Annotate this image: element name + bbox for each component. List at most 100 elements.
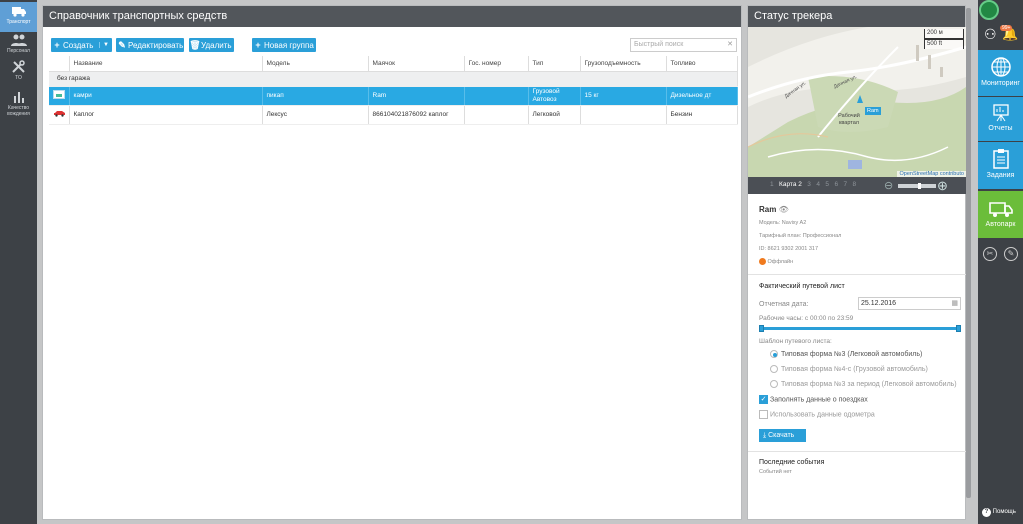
map-toolbar: 1 Карта 2 3 4 5 6 7 8 ⊖ ⊕ (748, 177, 966, 194)
cell-capacity: 15 кг (580, 86, 667, 106)
nav-maintenance[interactable]: ТО (0, 58, 37, 88)
map-view[interactable]: Дачная ул. Дачная ул. Рабочий квартал Ra… (748, 27, 966, 177)
zoom-in-icon[interactable]: ⊕ (937, 178, 948, 194)
calendar-icon[interactable]: ▦ (951, 298, 958, 309)
template-option-1[interactable]: Типовая форма №3 (Легковой автомобиль) (770, 350, 922, 358)
nav-tasks[interactable]: Задания (978, 142, 1023, 189)
map-layer-pager: 1 Карта 2 3 4 5 6 7 8 (770, 181, 856, 188)
template-option-2[interactable]: Типовая форма №4-с (Грузовой автомобиль) (770, 365, 928, 373)
cell-plate (464, 86, 529, 106)
template-option-3[interactable]: Типовая форма №3 за период (Легковой авт… (770, 380, 957, 388)
col-beacon[interactable]: Маячок (368, 56, 465, 72)
vehicle-thumb-icon (49, 86, 70, 106)
odometer-checkbox[interactable]: Использовать данные одометра (759, 410, 875, 419)
device-model: Модель: Navixy A2 (759, 220, 807, 226)
col-name[interactable]: Название (69, 56, 263, 72)
page-3[interactable]: 3 (807, 181, 811, 188)
col-capacity[interactable]: Грузоподъемность (580, 56, 667, 72)
table-row[interactable]: камри пикап Ram Грузовой Автовоз 15 кг Д… (49, 86, 738, 106)
map-scale: 200 м 500 ft (924, 29, 964, 49)
map-area-label: Рабочий квартал (838, 113, 860, 126)
divider (748, 274, 966, 275)
notification-badge: 99+ (1000, 25, 1013, 31)
checkbox-checked-icon[interactable]: ✓ (759, 395, 768, 404)
easel-chart-icon (992, 104, 1009, 122)
table-row[interactable]: Каплог Лексус 866104021876092 каплог Лег… (49, 105, 738, 125)
nav-tasks-label: Задания (986, 172, 1015, 179)
delete-button[interactable]: 🗑 Удалить (189, 38, 234, 52)
quick-search-input[interactable]: Быстрый поиск ✕ (630, 38, 737, 52)
help-icon: ? (982, 508, 991, 517)
template-option-1-label: Типовая форма №3 (Легковой автомобиль) (781, 350, 923, 358)
group-row[interactable]: без гаража (49, 71, 738, 87)
offline-dot-icon (759, 258, 766, 265)
col-icon (49, 56, 70, 72)
template-option-2-label: Типовая форма №4-с (Грузовой автомобиль) (781, 365, 928, 373)
zoom-handle[interactable] (918, 183, 921, 189)
checkbox-icon[interactable] (759, 410, 768, 419)
clipboard-icon (992, 149, 1009, 169)
edit-button[interactable]: ✎ Редактировать (116, 38, 184, 52)
page-7[interactable]: 7 (843, 181, 847, 188)
range-handle-end[interactable] (956, 325, 961, 332)
device-id: ID: 8621 9302 2001 317 (759, 246, 819, 252)
nav-driving-quality[interactable]: Качество вождения (0, 88, 37, 118)
page-1[interactable]: 1 (770, 181, 774, 188)
nav-monitoring-label: Мониторинг (981, 80, 1020, 87)
hours-label: Рабочие часы: с 00:00 по 23:59 (759, 315, 854, 322)
tracker-panel: Статус трекера Дачная ул. Дачная ул. Раб… (747, 5, 966, 520)
status-text: Оффлайн (767, 258, 794, 265)
trip-title: Фактический путевой лист (759, 283, 845, 290)
page-2[interactable]: Карта 2 (779, 181, 802, 188)
download-button[interactable]: ⤓ Скачать (759, 429, 806, 442)
page-8[interactable]: 8 (853, 181, 857, 188)
eye-icon[interactable]: 👁 (779, 205, 789, 214)
radio-selected-icon[interactable] (770, 350, 778, 358)
template-option-3-label: Типовая форма №3 за период (Легковой авт… (781, 380, 957, 388)
hours-range-slider[interactable] (759, 325, 961, 332)
cell-type: Грузовой Автовоз (528, 86, 581, 106)
col-model[interactable]: Модель (262, 56, 369, 72)
page-5[interactable]: 5 (825, 181, 829, 188)
page-6[interactable]: 6 (834, 181, 838, 188)
fill-trips-checkbox[interactable]: ✓ Заполнять данные о поездках (759, 395, 868, 404)
cell-beacon: Ram (368, 86, 465, 106)
range-handle-start[interactable] (759, 325, 764, 332)
divider (748, 451, 966, 452)
nav-reports[interactable]: Отчеты (978, 97, 1023, 141)
col-type[interactable]: Тип (528, 56, 581, 72)
col-fuel[interactable]: Топливо (666, 56, 738, 72)
nav-transport[interactable]: Транспорт (0, 2, 37, 32)
new-group-button[interactable]: + Новая группа (252, 38, 316, 52)
zoom-slider[interactable] (898, 183, 936, 189)
scale-meters: 200 м (924, 29, 964, 39)
right-nav: ⚇ 🔔 99+ Мониторинг Отчеты Задания Автопа… (978, 0, 1023, 524)
create-button[interactable]: + Создать ▼ (51, 38, 112, 52)
col-plate[interactable]: Гос. номер (464, 56, 529, 72)
events-title: Последние события (759, 459, 825, 466)
template-label: Шаблон путевого листа: (759, 338, 832, 345)
date-input[interactable]: 25.12.2016 ▦ (858, 297, 961, 310)
settings-icon[interactable]: ✎ (1004, 247, 1018, 261)
radio-icon[interactable] (770, 365, 778, 373)
nav-monitoring[interactable]: Мониторинг (978, 50, 1023, 96)
events-empty: Событий нет (759, 469, 792, 475)
minimap-icon[interactable] (979, 0, 999, 20)
vehicles-panel: Справочник транспортных средств + Создать… (42, 5, 742, 520)
radio-icon[interactable] (770, 380, 778, 388)
nav-fleet[interactable]: Автопарк (978, 191, 1023, 238)
map-vehicle-label[interactable]: Ram (865, 107, 881, 115)
trash-icon: 🗑 (189, 39, 201, 50)
user-icon[interactable]: ⚇ (984, 26, 997, 43)
fill-trips-label: Заполнять данные о поездках (770, 396, 868, 404)
tools-icon[interactable]: ✂ (983, 247, 997, 261)
nav-fleet-label: Автопарк (985, 221, 1016, 228)
page-4[interactable]: 4 (816, 181, 820, 188)
help-button[interactable]: ? Помощь (982, 508, 1016, 517)
zoom-out-icon[interactable]: ⊖ (884, 179, 893, 192)
nav-staff[interactable]: Персонал (0, 31, 37, 61)
tracker-scrollbar[interactable] (966, 8, 971, 498)
clear-icon[interactable]: ✕ (727, 39, 733, 51)
people-icon (10, 34, 27, 46)
cell-model: Лексус (262, 105, 369, 125)
